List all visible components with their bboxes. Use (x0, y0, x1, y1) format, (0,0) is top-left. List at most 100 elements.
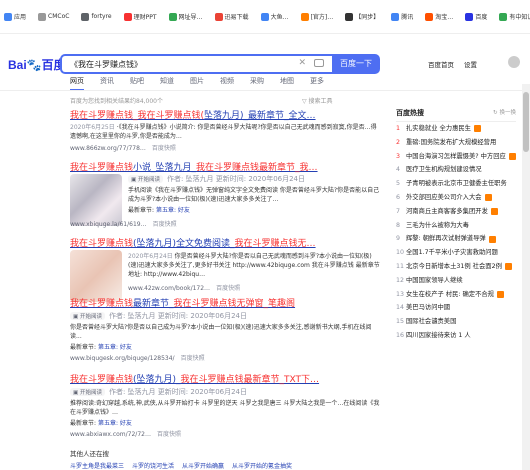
bookmark-item[interactable]: 大鱼… (260, 12, 289, 21)
hot-search-item[interactable]: 13 女生在校产子 村民: 确定不合规 (396, 288, 516, 302)
result-url[interactable]: www.xbiquge.la/61/619… (70, 221, 147, 228)
tab-2[interactable]: 贴吧 (130, 76, 144, 91)
bookmark-label: 应用 (14, 14, 27, 21)
tab-1[interactable]: 资讯 (100, 76, 114, 91)
result-updated: 更新时间: 2020年06月24日 (215, 175, 306, 183)
hot-text: 国际社会谴责美国 (406, 318, 457, 326)
result-url[interactable]: www.abxiawx.com/72/72… (70, 431, 151, 438)
snapshot-link[interactable]: 百度快照 (152, 145, 176, 152)
hot-search-list: 1 扎实稳就业 全力惠民生 2 重磅:国务院发布扩大规模经营用 3 中国台海演习怎样震慑美… (396, 122, 516, 343)
related-link[interactable]: 斗罗主角是我最菜三 (70, 463, 124, 470)
bookmark-item[interactable]: 淘宝… (425, 12, 453, 21)
refresh-button[interactable]: ↻ 换一换 (493, 108, 516, 118)
clear-icon[interactable]: ✕ (298, 58, 306, 68)
latest-chapter-link[interactable]: 第五章: 好友 (156, 207, 190, 214)
search-tools-button[interactable]: ▽ 搜索工具 (302, 96, 333, 105)
tab-3[interactable]: 知道 (160, 76, 174, 91)
related-link[interactable]: 从斗罗开始确赢 (182, 463, 224, 470)
homepage-link[interactable]: 百度首页 (428, 59, 454, 69)
title-highlight: 我在斗罗赚点钱 (70, 163, 134, 173)
hot-search-item[interactable]: 11 北京今日新增本土31例 社会面2例 (396, 260, 516, 274)
hot-search-item[interactable]: 3 中国台海演习怎样震慑美? 中方回应 (396, 150, 516, 164)
bookmark-item[interactable]: fortyre (81, 12, 112, 21)
result-title[interactable]: 我在斗罗赚点钱(坠落九月)全文免费阅读_我在斗罗赚点钱无… (70, 236, 380, 249)
bookmark-item[interactable]: CMCoC (38, 12, 69, 21)
hot-text: 三毛为什么被称为大毒 (406, 221, 469, 229)
bookmark-item[interactable]: 迅易下载 (214, 12, 249, 21)
scrollbar[interactable] (522, 84, 530, 470)
bookmarks-bar: 应用 CMCoC fortyre 理财PPT 网址导… 迅易下载 大鱼… [官方]… 【同步】 腾… (0, 0, 530, 34)
bookmark-item[interactable]: 理财PPT (123, 12, 157, 21)
hot-search-item[interactable]: 7 河南商丘主商客客多集团开发 (396, 205, 516, 219)
result-url[interactable]: www.42zw.com/book/172… (128, 285, 210, 292)
hot-search-item[interactable]: 12 中国国家领导人继续 (396, 274, 516, 288)
hot-search-item[interactable]: 10 全国1.7千平米小子灾害救助问题 (396, 246, 516, 260)
hot-search-item[interactable]: 8 三毛为什么被称为大毒 (396, 219, 516, 233)
settings-link[interactable]: 设置 (464, 59, 477, 69)
related-link[interactable]: 从斗罗开始的氪金抽奖 (232, 463, 292, 470)
result-updated: 更新时间: 2020年06月24日 (157, 388, 248, 396)
bookmark-label: 大鱼… (270, 14, 289, 21)
result-abstract: 你是否曾经斗罗大陆?你是否以自己成为斗罗?本小说由一位知(极)(速)迅速大家多多… (70, 324, 372, 340)
book-cover-image[interactable] (70, 250, 122, 302)
hot-text: 河南商丘主商客客多集团开发 (406, 207, 488, 215)
snapshot-link[interactable]: 百度快照 (181, 355, 205, 362)
hot-search-item[interactable]: 6 外交部回应美公司介入大会 (396, 191, 516, 205)
hot-search-panel: 百度热搜 ↻ 换一换 1 扎实稳就业 全力惠民生 2 重磅:国务院发布扩大规模经营用 3 中… (396, 108, 516, 343)
tab-4[interactable]: 图片 (190, 76, 204, 91)
result-item: 我在斗罗赚点钱(坠落九月)_我在斗罗赚点钱最新章节_TXT下… ▣ 开始阅读 作者… (70, 372, 380, 438)
scrollbar-thumb[interactable] (523, 92, 529, 152)
hot-search-item[interactable]: 2 重磅:国务院发布扩大规模经营用 (396, 136, 516, 150)
baidu-logo[interactable]: Bai🐾百度 (8, 56, 66, 73)
result-title[interactable]: 我在斗罗赚点钱(坠落九月)_我在斗罗赚点钱最新章节_TXT下… (70, 372, 380, 385)
hot-search-item[interactable]: 15 国际社会谴责美国 (396, 315, 516, 329)
title-highlight: 我在斗罗赚点钱 (70, 111, 134, 121)
hot-search-item[interactable]: 9 辉黎: 朝鲜再次试射弹道导弹 (396, 232, 516, 246)
bookmark-item[interactable]: [官方]… (300, 12, 333, 21)
tab-6[interactable]: 采购 (250, 76, 264, 91)
bookmark-item[interactable]: 网址导… (168, 12, 203, 21)
latest-chapter-link[interactable]: 第五章: 好友 (98, 420, 132, 427)
related-link[interactable]: 斗罗的饶河生活 (132, 463, 174, 470)
tab-0[interactable]: 网页 (70, 76, 84, 91)
search-button[interactable]: 百度一下 (332, 54, 380, 74)
tab-5[interactable]: 视频 (220, 76, 234, 91)
search-input[interactable]: 《我在斗罗赚点钱》 (70, 59, 142, 70)
read-button[interactable]: ▣ 开始阅读 (70, 388, 105, 396)
result-title[interactable]: 我在斗罗赚点钱_我在斗罗赚点钱(坠落九月)_最新章节_全文… (70, 108, 380, 121)
result-url[interactable]: www.biqugesk.org/biquge/128534/ (70, 355, 175, 362)
result-title[interactable]: 我在斗罗赚点钱最新章节_我在斗罗赚点钱无弹窗_笔趣阁 (70, 296, 380, 309)
read-button[interactable]: ▣ 开始阅读 (70, 312, 105, 320)
hot-text: 辉黎: 朝鲜再次试射弹道导弹 (406, 235, 486, 243)
camera-icon[interactable] (314, 59, 324, 67)
bookmark-item[interactable]: 【同步】 (345, 12, 379, 21)
latest-chapter-link[interactable]: 第五章: 好友 (98, 344, 132, 351)
result-title[interactable]: 我在斗罗赚点钱小说_坠落九月_我在斗罗赚点钱最新章节_我… (70, 160, 380, 173)
result-author: 作者: 坠落九月 (166, 175, 214, 183)
hot-text: 四川因家接待来访 1 人 (406, 331, 471, 339)
search-box[interactable]: 《我在斗罗赚点钱》 ✕ (60, 54, 332, 74)
related-heading: 其他人还在搜 (70, 450, 109, 458)
read-button[interactable]: ▣ 开始阅读 (128, 175, 163, 183)
bookmark-item[interactable]: 百度 (465, 12, 487, 21)
bookmark-item[interactable]: 有中知识 (499, 12, 530, 21)
hot-text: 外交部回应美公司介入大会 (406, 193, 482, 201)
tab-8[interactable]: 更多 (310, 76, 324, 91)
hot-search-item[interactable]: 1 扎实稳就业 全力惠民生 (396, 122, 516, 136)
snapshot-link[interactable]: 百度快照 (153, 221, 177, 228)
hot-search-item[interactable]: 16 四川因家接待来访 1 人 (396, 329, 516, 343)
bookmark-item[interactable]: 腾讯 (391, 12, 413, 21)
snapshot-link[interactable]: 百度快照 (216, 285, 240, 292)
snapshot-link[interactable]: 百度快照 (157, 431, 181, 438)
avatar[interactable] (508, 56, 520, 68)
bookmark-label: 百度 (475, 14, 488, 21)
hot-rank: 15 (396, 318, 405, 326)
bookmark-icon (81, 12, 90, 21)
tab-7[interactable]: 地图 (280, 76, 294, 91)
hot-search-item[interactable]: 5 子青明被表示北京市卫健委主任职务 (396, 177, 516, 191)
result-url[interactable]: www.866zw.org/77/778… (70, 145, 146, 152)
hot-rank: 10 (396, 249, 405, 257)
hot-search-item[interactable]: 14 美巴马访问中國 (396, 301, 516, 315)
bookmark-item[interactable]: 应用 (4, 12, 26, 21)
hot-search-item[interactable]: 4 医疗卫生机构规划建设情况 (396, 163, 516, 177)
